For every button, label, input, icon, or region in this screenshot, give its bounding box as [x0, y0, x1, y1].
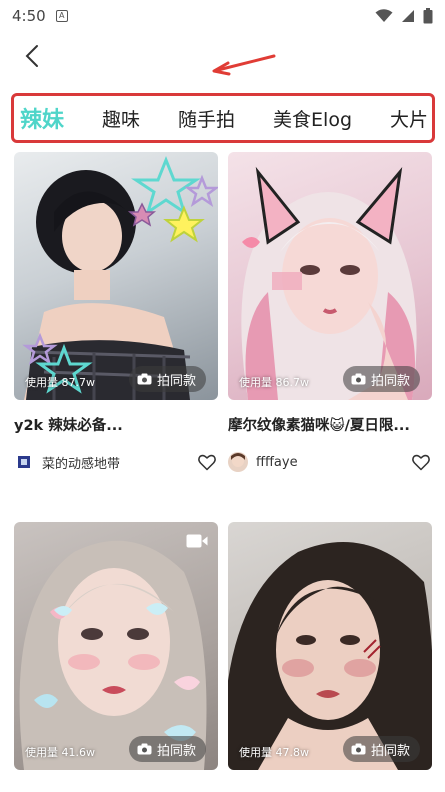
shoot-same-label: 拍同款	[370, 373, 410, 389]
shoot-same-button[interactable]: 拍同款	[342, 366, 420, 392]
back-chevron-icon	[25, 45, 38, 67]
shoot-same-label: 拍同款	[156, 743, 196, 759]
photo-illustration	[228, 542, 432, 770]
shoot-same-button[interactable]: 拍同款	[342, 736, 420, 762]
template-thumbnail[interactable]: 使用量 47.8w 拍同款	[228, 522, 432, 770]
template-thumbnail[interactable]: 使用量 87.7w 拍同款	[14, 152, 218, 400]
template-card[interactable]: 使用量 87.7w 拍同款 y2k 辣妹必备... 菜的动感地带	[14, 152, 218, 473]
notification-a-icon: A	[55, 10, 68, 22]
template-card[interactable]: 使用量 41.6w 拍同款	[14, 522, 218, 770]
template-card[interactable]: 使用量 86.7w 拍同款 摩尔纹像素猫咪😺/夏日限... ffffaye	[228, 152, 432, 473]
battery-icon	[423, 8, 433, 24]
photo-illustration	[19, 540, 207, 770]
tab-casual-shot[interactable]: 随手拍	[178, 105, 235, 132]
tab-fun[interactable]: 趣味	[102, 105, 140, 132]
heart-icon[interactable]	[412, 454, 430, 471]
shoot-same-label: 拍同款	[156, 373, 196, 389]
usage-count: 使用量 86.7w	[239, 376, 309, 389]
red-arrow-annotation-icon	[212, 54, 276, 76]
usage-count: 使用量 41.6w	[25, 746, 95, 759]
usage-count: 使用量 87.7w	[25, 376, 95, 389]
template-author[interactable]: ffffaye	[228, 451, 432, 473]
author-name[interactable]: 菜的动感地带	[42, 453, 198, 472]
tab-food-elog[interactable]: 美食Elog	[273, 105, 352, 132]
status-icons	[375, 8, 433, 24]
status-time: 4:50	[12, 7, 46, 25]
heart-icon[interactable]	[198, 454, 216, 471]
photo-illustration	[22, 155, 218, 400]
template-author[interactable]: 菜的动感地带	[14, 451, 218, 473]
tab-hot-girl[interactable]: 辣妹	[20, 102, 64, 134]
shoot-same-label: 拍同款	[370, 743, 410, 759]
back-button[interactable]	[18, 40, 46, 72]
signal-icon	[402, 10, 414, 22]
shoot-same-button[interactable]: 拍同款	[128, 736, 206, 762]
camera-icon	[351, 373, 366, 385]
video-icon	[186, 534, 208, 548]
tab-blockbuster[interactable]: 大片	[390, 105, 428, 132]
template-thumbnail[interactable]: 使用量 86.7w 拍同款	[228, 152, 432, 400]
usage-count: 使用量 47.8w	[239, 746, 309, 759]
template-card[interactable]: 使用量 47.8w 拍同款	[228, 522, 432, 770]
category-tabs-highlight: 辣妹 趣味 随手拍 美食Elog 大片	[11, 93, 435, 143]
category-tabs: 辣妹 趣味 随手拍 美食Elog 大片	[20, 96, 432, 140]
camera-icon	[351, 743, 366, 755]
wifi-icon	[375, 9, 393, 22]
avatar[interactable]	[14, 452, 34, 472]
camera-icon	[137, 373, 152, 385]
author-name[interactable]: ffffaye	[256, 455, 412, 470]
template-title[interactable]: 摩尔纹像素猫咪😺/夏日限...	[228, 414, 432, 434]
avatar[interactable]	[228, 452, 248, 472]
photo-illustration	[241, 166, 417, 400]
template-title[interactable]: y2k 辣妹必备...	[14, 414, 218, 434]
shoot-same-button[interactable]: 拍同款	[128, 366, 206, 392]
status-bar: 4:50 A	[0, 0, 445, 32]
camera-icon	[137, 743, 152, 755]
template-thumbnail[interactable]: 使用量 41.6w 拍同款	[14, 522, 218, 770]
